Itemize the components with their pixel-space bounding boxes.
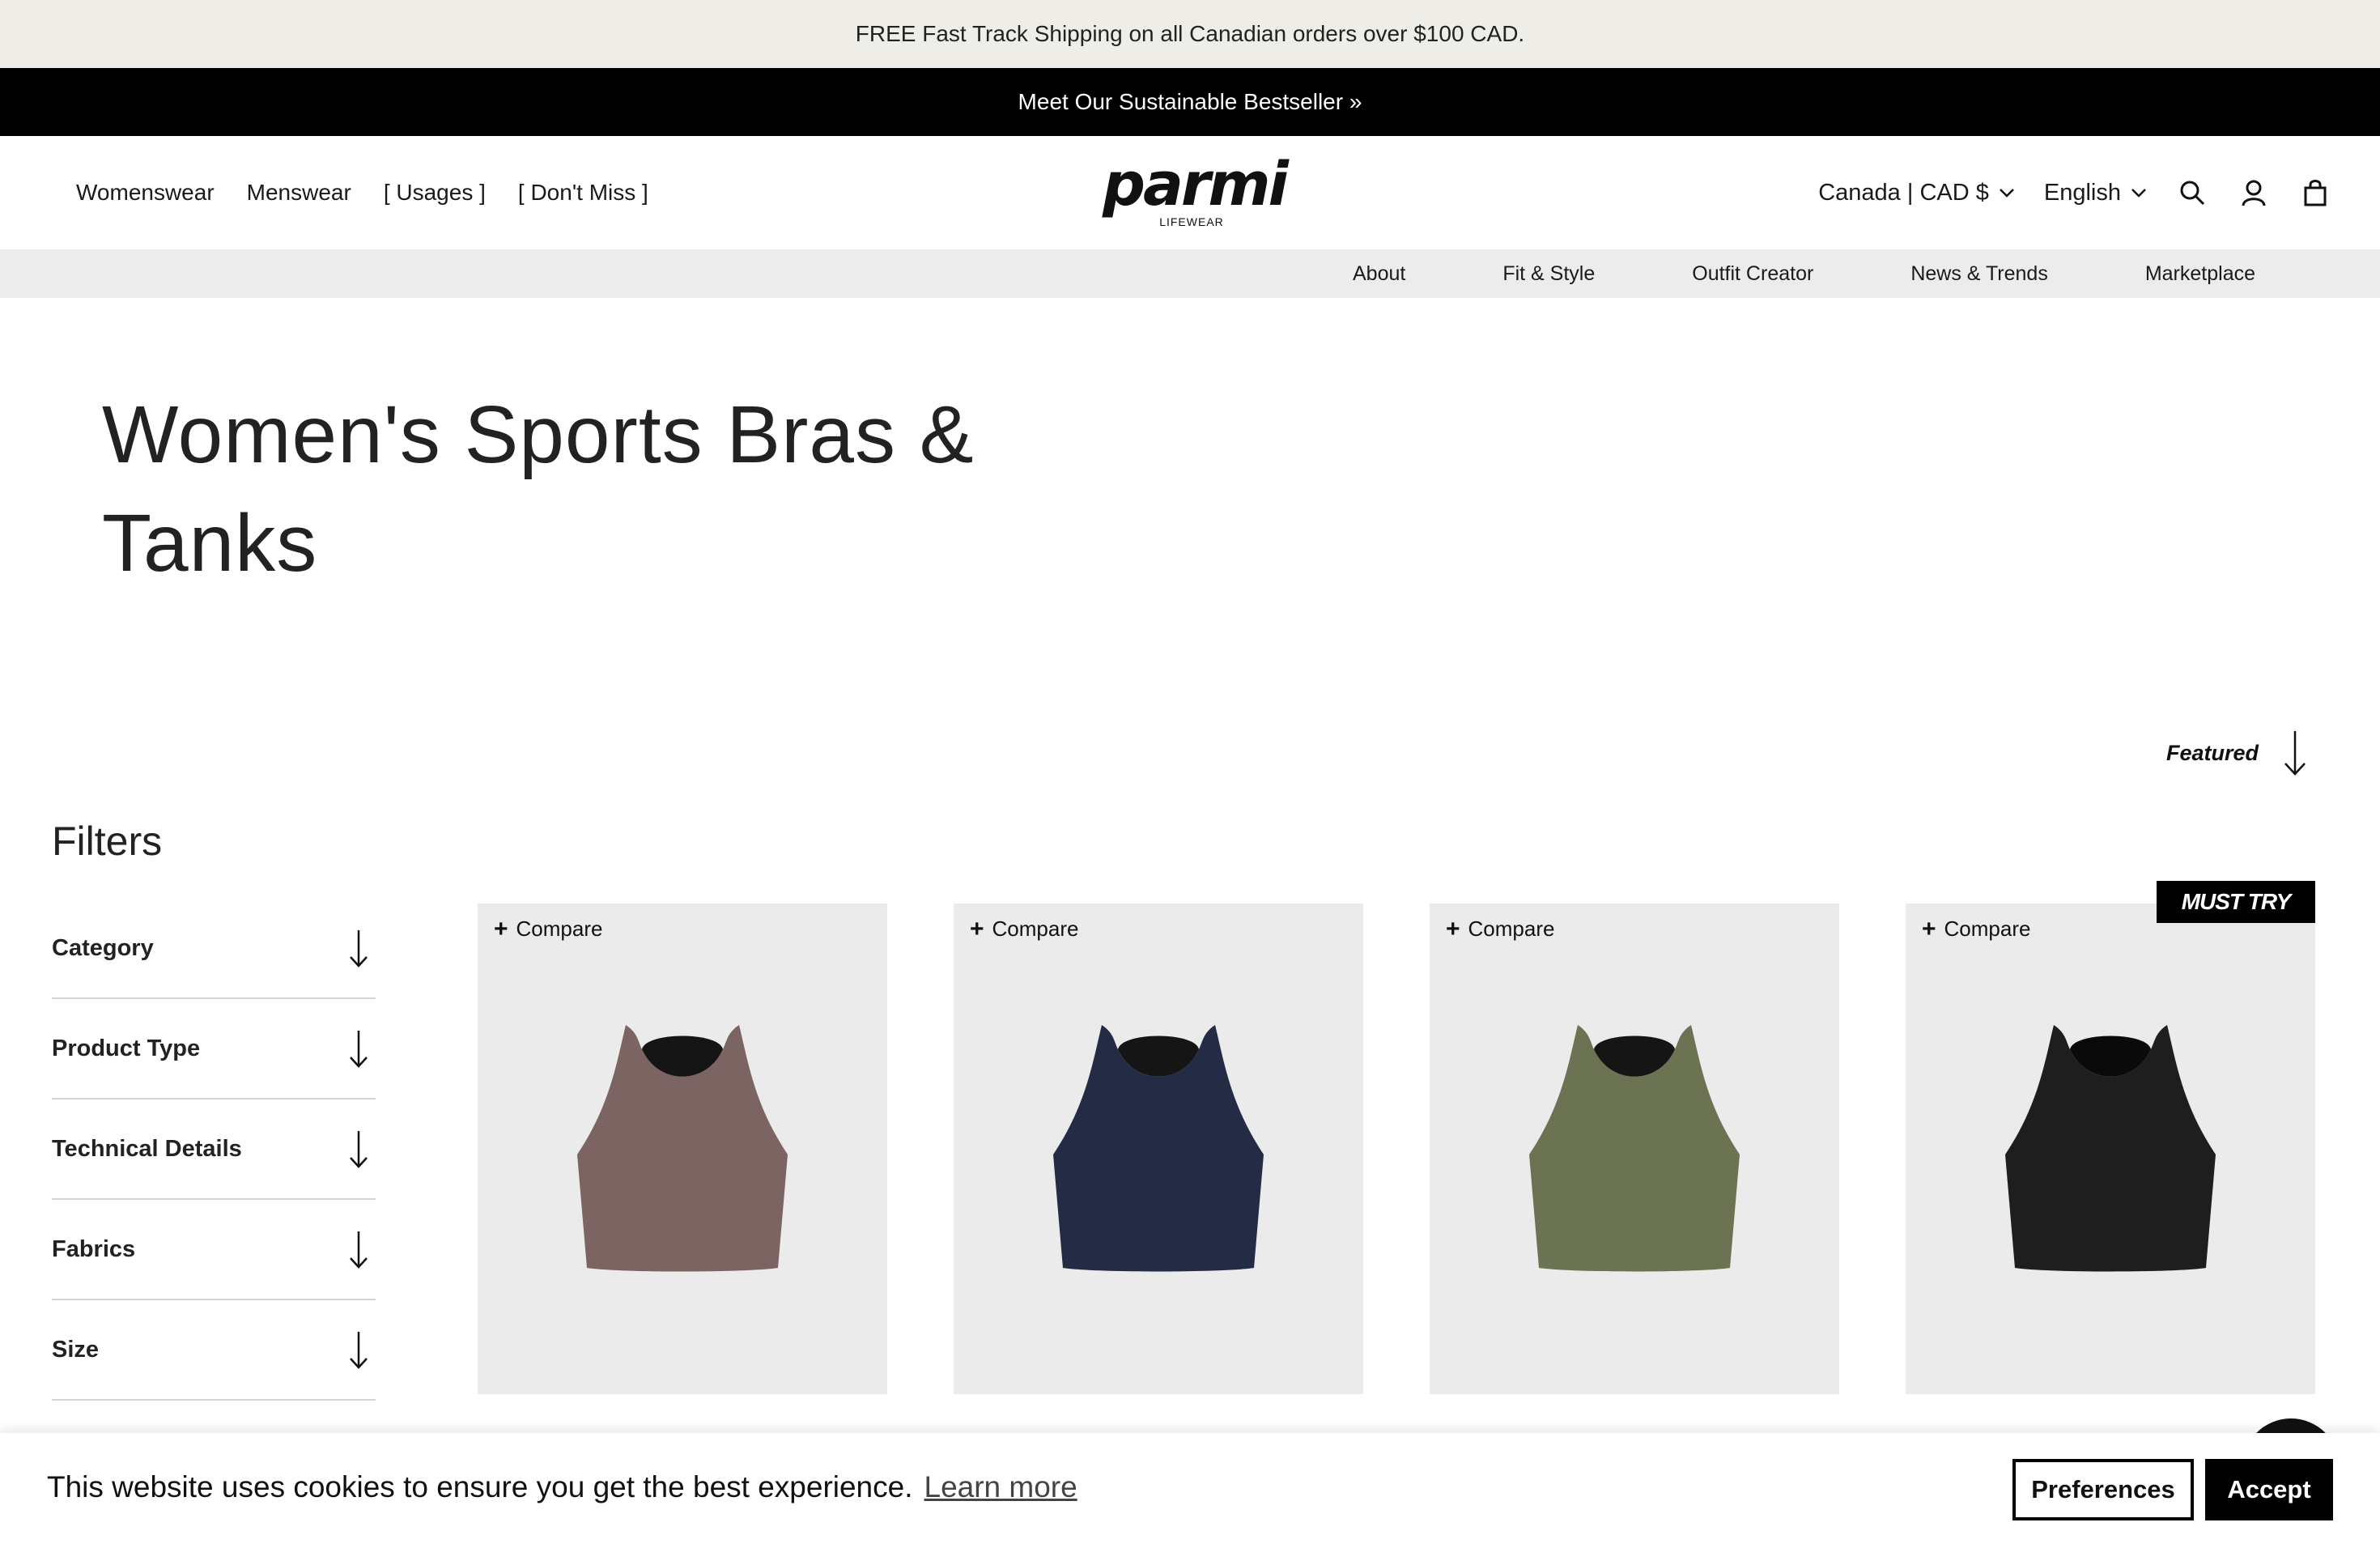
language-label: English	[2043, 179, 2121, 206]
product-image[interactable]	[1989, 1009, 2232, 1276]
filter-label: Technical Details	[52, 1135, 242, 1162]
filters-panel: Category Product Type Technical Details …	[52, 899, 376, 1401]
filter-product-type[interactable]: Product Type	[52, 999, 376, 1099]
subnav-about[interactable]: About	[1353, 262, 1405, 286]
filter-label: Size	[52, 1336, 100, 1363]
filter-label: Category	[52, 934, 154, 961]
compare-label: Compare	[1468, 916, 1555, 941]
nav-dont-miss[interactable]: [ Don't Miss ]	[518, 180, 648, 206]
nav-womenswear[interactable]: Womenswear	[76, 180, 215, 206]
filter-fabrics[interactable]: Fabrics	[52, 1200, 376, 1300]
product-card[interactable]: + Compare	[478, 904, 887, 1394]
announcement-text: FREE Fast Track Shipping on all Canadian…	[855, 21, 1525, 46]
accept-button[interactable]: Accept	[2205, 1459, 2333, 1520]
product-grid: + Compare + Compare + Compare + Compare	[478, 904, 2315, 1394]
nav-usages[interactable]: [ Usages ]	[384, 180, 486, 206]
filter-category[interactable]: Category	[52, 899, 376, 999]
cookie-banner: This website uses cookies to ensure you …	[0, 1433, 2380, 1548]
product-card[interactable]: + Compare	[1430, 904, 1839, 1394]
compare-label: Compare	[992, 916, 1079, 941]
plus-icon: +	[1922, 915, 1936, 942]
header-utilities: Canada | CAD $ English	[1818, 136, 2331, 249]
language-selector[interactable]: English	[2044, 180, 2147, 206]
compare-label: Compare	[516, 916, 603, 941]
page-title: Women's Sports Bras & Tanks	[102, 381, 1073, 598]
chevron-down-icon	[2131, 189, 2146, 198]
preferences-button[interactable]: Preferences	[2012, 1459, 2194, 1520]
arrow-down-icon	[350, 1131, 368, 1168]
cart-button[interactable]	[2299, 176, 2331, 209]
plus-icon: +	[970, 915, 984, 942]
main-nav: Womenswear Menswear [ Usages ] [ Don't M…	[76, 136, 648, 249]
product-image[interactable]	[1037, 1009, 1280, 1276]
secondary-nav: About Fit & Style Outfit Creator News & …	[0, 249, 2380, 298]
compare-toggle[interactable]: + Compare	[1446, 916, 1554, 942]
search-icon	[2180, 181, 2205, 206]
compare-toggle[interactable]: + Compare	[494, 916, 602, 942]
sort-label: Featured	[2165, 740, 2259, 765]
site-header: Womenswear Menswear [ Usages ] [ Don't M…	[0, 136, 2380, 249]
product-card[interactable]: + Compare	[1906, 904, 2315, 1394]
page-title-line-2: Tanks	[102, 498, 318, 589]
compare-toggle[interactable]: + Compare	[1922, 916, 2030, 942]
product-image[interactable]	[561, 1009, 804, 1276]
region-label: Canada | CAD $	[1818, 179, 1989, 206]
cart-icon	[2304, 180, 2327, 206]
account-button[interactable]	[2238, 176, 2270, 209]
logo-wordmark: parmi	[1103, 150, 1289, 219]
subnav-fit-style[interactable]: Fit & Style	[1502, 262, 1595, 286]
promo-bar[interactable]: Meet Our Sustainable Bestseller »	[0, 68, 2380, 136]
compare-toggle[interactable]: + Compare	[970, 916, 1078, 942]
arrow-down-icon	[350, 1031, 368, 1068]
arrow-down-icon	[350, 1231, 368, 1269]
region-selector[interactable]: Canada | CAD $	[1818, 180, 2015, 206]
sort-dropdown[interactable]: Featured	[2166, 729, 2307, 777]
filter-label: Fabrics	[52, 1235, 136, 1262]
nav-menswear[interactable]: Menswear	[247, 180, 351, 206]
announcement-bar: FREE Fast Track Shipping on all Canadian…	[0, 0, 2380, 68]
cookie-message: This website uses cookies to ensure you …	[47, 1470, 913, 1503]
plus-icon: +	[494, 915, 508, 942]
filter-technical-details[interactable]: Technical Details	[52, 1099, 376, 1200]
filter-size[interactable]: Size	[52, 1300, 376, 1401]
filter-label: Product Type	[52, 1035, 201, 1061]
must-try-badge: MUST TRY	[2157, 881, 2315, 923]
product-card[interactable]: + Compare	[954, 904, 1363, 1394]
arrow-down-icon	[2284, 731, 2306, 776]
subnav-news-trends[interactable]: News & Trends	[1910, 262, 2048, 286]
learn-more-link[interactable]: Learn more	[924, 1470, 1077, 1504]
plus-icon: +	[1446, 915, 1460, 942]
page-title-line-1: Women's Sports Bras &	[102, 389, 975, 480]
product-image[interactable]	[1513, 1009, 1756, 1276]
arrow-down-icon	[350, 1332, 368, 1369]
filters-heading: Filters	[52, 819, 163, 864]
chevron-down-icon	[1999, 189, 2014, 198]
search-button[interactable]	[2176, 176, 2208, 209]
promo-link[interactable]: Meet Our Sustainable Bestseller »	[1018, 89, 1362, 115]
compare-label: Compare	[1944, 916, 2031, 941]
account-icon	[2242, 180, 2266, 206]
site-logo[interactable]: parmi LIFEWEAR	[1103, 150, 1289, 233]
arrow-down-icon	[350, 930, 368, 968]
subnav-outfit-creator[interactable]: Outfit Creator	[1692, 262, 1813, 286]
subnav-marketplace[interactable]: Marketplace	[2145, 262, 2255, 286]
